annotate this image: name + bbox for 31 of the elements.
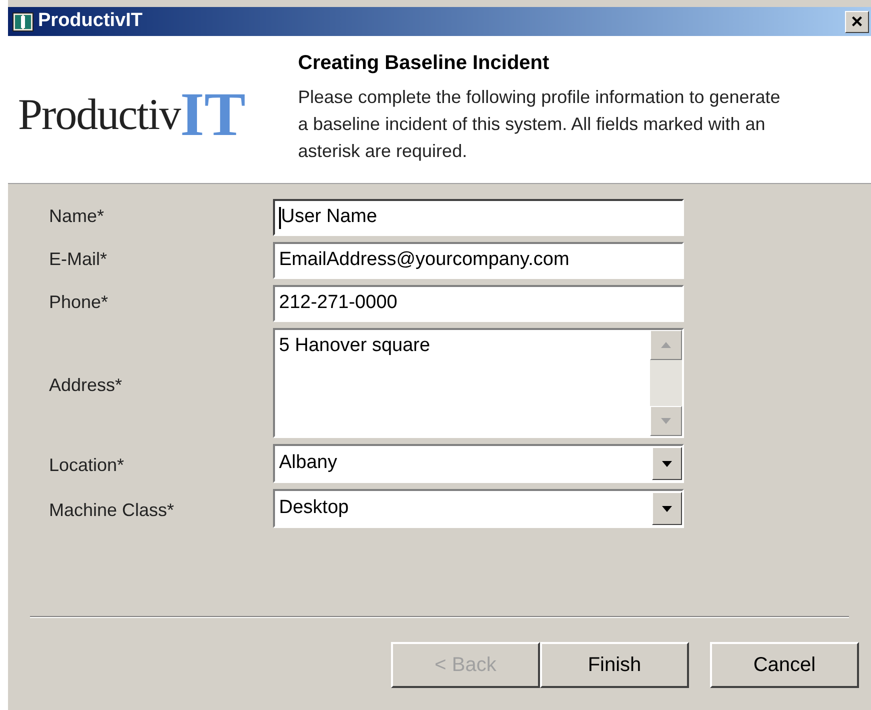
scrollbar[interactable] — [650, 330, 682, 436]
field-label: Address* — [49, 374, 124, 397]
input-field[interactable]: EmailAddress@yourcompany.com — [273, 242, 684, 279]
scroll-down-button[interactable] — [650, 406, 682, 436]
window-title: ProductivIT — [38, 9, 143, 34]
input-field[interactable]: User Name — [273, 199, 684, 236]
dialog-button[interactable]: Cancel — [710, 642, 859, 688]
input-field[interactable]: 212-271-0000 — [273, 285, 684, 322]
logo-text: Productiv — [18, 88, 180, 140]
page-title: Creating Baseline Incident — [298, 51, 550, 76]
down-arrow-icon — [661, 418, 671, 424]
text-cursor — [279, 206, 281, 228]
field-label: Phone* — [49, 291, 110, 314]
logo-mark: IT — [180, 84, 246, 146]
field-label: Machine Class* — [49, 499, 176, 522]
address-field[interactable]: 5 Hanover square — [273, 328, 684, 438]
dropdown-button[interactable] — [652, 492, 682, 525]
dropdown-button[interactable] — [652, 447, 682, 480]
field-label: Location* — [49, 454, 126, 477]
page-description: Please complete the following profile information to generate a baseline incident of this system. All fields marked with an asterisk are required. — [298, 86, 782, 163]
dialog-button[interactable]: Finish — [540, 642, 689, 688]
app-icon — [12, 12, 34, 32]
dropdown[interactable]: Albany — [273, 444, 684, 483]
scroll-up-button[interactable] — [650, 330, 682, 360]
close-button[interactable]: × — [845, 10, 869, 32]
field-label: E-Mail* — [49, 248, 108, 271]
up-arrow-icon — [661, 342, 671, 348]
down-arrow-icon — [662, 506, 672, 512]
down-arrow-icon — [662, 460, 672, 466]
dropdown[interactable]: Desktop — [273, 489, 684, 528]
field-label: Name* — [49, 205, 106, 228]
